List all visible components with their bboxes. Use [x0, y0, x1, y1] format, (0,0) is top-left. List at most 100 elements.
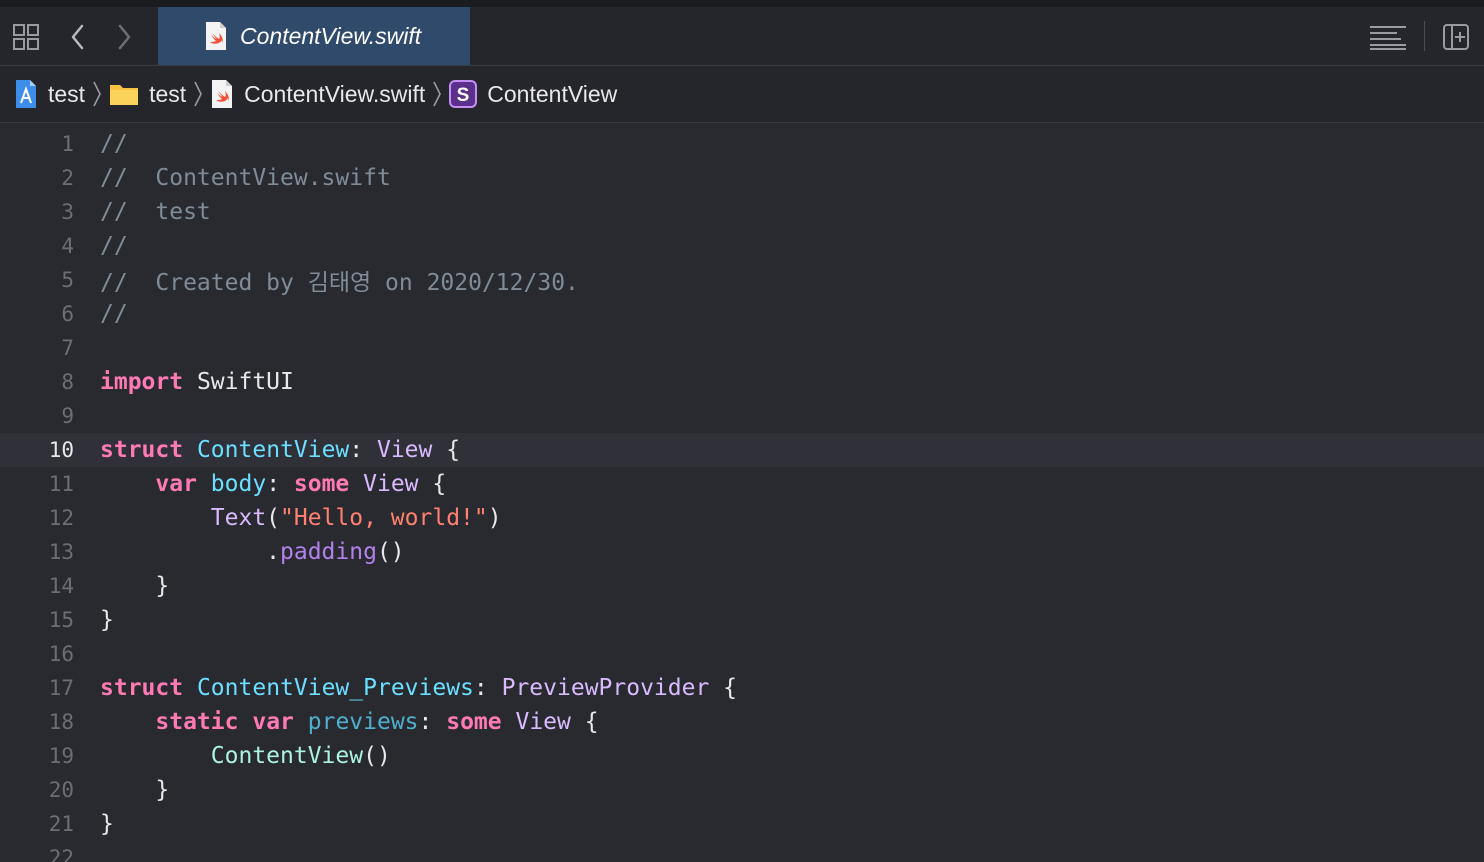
code-token: : — [349, 437, 377, 463]
code-line[interactable]: 2 // ContentView.swift — [0, 161, 1484, 195]
code-line[interactable]: 3 // test — [0, 195, 1484, 229]
code-line[interactable]: 14 } — [0, 569, 1484, 603]
editor-options-lines-icon[interactable] — [1366, 21, 1410, 53]
breadcrumb-project-test[interactable]: test — [14, 74, 85, 114]
line-number: 17 — [48, 676, 74, 700]
line-number: 9 — [61, 404, 74, 428]
code-text: // — [100, 301, 128, 327]
chevron-right-icon — [92, 80, 102, 108]
code-line[interactable]: 6 // — [0, 297, 1484, 331]
code-text: } — [100, 607, 114, 633]
code-token: previews — [307, 709, 419, 735]
forward-chevron-icon[interactable] — [110, 21, 138, 53]
code-token: () — [363, 743, 391, 769]
line-number: 13 — [48, 540, 74, 564]
code-line[interactable]: 20 } — [0, 773, 1484, 807]
code-line[interactable]: 18 static var previews: some View { — [0, 705, 1484, 739]
code-line[interactable]: 15} — [0, 603, 1484, 637]
xcode-project-icon — [14, 79, 38, 109]
chevron-right-icon — [432, 80, 442, 108]
code-line[interactable]: 9 — [0, 399, 1484, 433]
code-token: "Hello, world!" — [280, 505, 488, 531]
code-token: } — [100, 573, 170, 599]
code-text: .padding() — [100, 539, 405, 565]
code-token: . — [100, 539, 281, 565]
struct-symbol-icon: S — [449, 80, 478, 108]
code-text: // ContentView.swift — [100, 165, 391, 191]
code-line[interactable]: 4 // — [0, 229, 1484, 263]
code-line[interactable]: 13 .padding() — [0, 535, 1484, 569]
breadcrumb-symbol-contentview[interactable]: S ContentView — [449, 74, 617, 114]
code-token: () — [376, 539, 405, 565]
code-line[interactable]: 17 struct ContentView_Previews: PreviewPr… — [0, 671, 1484, 705]
code-line[interactable]: 10 struct ContentView: View { — [0, 433, 1484, 467]
code-token: View — [376, 437, 433, 463]
breadcrumb-label: test — [149, 80, 187, 107]
code-line[interactable]: 16 — [0, 637, 1484, 671]
code-text: // — [100, 233, 128, 259]
svg-text:S: S — [457, 85, 470, 106]
code-line[interactable]: 19 ContentView() — [0, 739, 1484, 773]
code-line[interactable]: 11 var body: some View { — [0, 467, 1484, 501]
code-token: } — [100, 607, 114, 633]
code-token: View — [515, 709, 571, 735]
back-chevron-icon[interactable] — [64, 21, 92, 53]
code-token: struct — [100, 437, 184, 463]
folder-icon — [109, 81, 139, 107]
breadcrumb-label: test — [48, 80, 86, 107]
code-line[interactable]: 1 // — [0, 127, 1484, 161]
code-line[interactable]: 22 — [0, 841, 1484, 862]
line-number: 2 — [61, 166, 74, 190]
code-token: { — [709, 675, 738, 701]
tab-contentview-swift[interactable]: ContentView.swift — [158, 7, 470, 65]
editor-tab-bar: ContentView.swift — [0, 7, 1484, 66]
line-number: 20 — [48, 778, 74, 802]
line-number: 21 — [48, 812, 74, 836]
window-top-edge — [0, 0, 1484, 7]
code-line[interactable]: 7 — [0, 331, 1484, 365]
breadcrumb-folder-test[interactable]: test — [109, 74, 186, 114]
code-token: some — [293, 471, 350, 497]
code-token: : — [266, 471, 294, 497]
line-number: 6 — [61, 302, 74, 326]
code-token: // — [100, 131, 128, 157]
code-token: ) — [487, 505, 502, 531]
code-token: { — [432, 437, 461, 463]
breadcrumb-file-contentview-swift[interactable]: ContentView.swift — [210, 74, 425, 114]
split-editor-add-icon[interactable] — [1440, 21, 1472, 53]
code-line[interactable]: 8 import SwiftUI — [0, 365, 1484, 399]
code-token: ContentView — [210, 743, 364, 769]
code-token: static — [155, 709, 239, 735]
code-line[interactable]: 12 Text("Hello, world!") — [0, 501, 1484, 535]
code-token: var — [252, 709, 294, 735]
jump-bar-breadcrumb: test test ContentView.swift S ContentVie… — [0, 66, 1484, 123]
code-text: // Created by 김태영 on 2020/12/30. — [100, 263, 579, 297]
code-text: struct ContentView: View { — [100, 437, 460, 463]
breadcrumb-label: ContentView — [487, 80, 618, 107]
code-text: static var previews: some View { — [100, 709, 598, 735]
code-token: var — [155, 471, 197, 497]
source-editor[interactable]: 1 // 2 // ContentView.swift 3 // test 4 // 5 // C… — [0, 124, 1484, 862]
code-token: ContentView_Previews — [196, 675, 474, 701]
code-token: // — [100, 301, 128, 327]
code-token: Text — [210, 505, 267, 531]
code-token: // test — [100, 199, 211, 225]
code-token: some — [446, 709, 502, 735]
code-token: body — [210, 471, 267, 497]
code-token: : — [418, 709, 447, 735]
code-text: } — [100, 811, 114, 837]
line-number: 3 — [61, 200, 74, 224]
breadcrumb-label: ContentView.swift — [244, 80, 426, 107]
code-token: import — [100, 369, 184, 395]
line-number: 19 — [48, 744, 74, 768]
code-token: ( — [266, 505, 281, 531]
code-line[interactable]: 21} — [0, 807, 1484, 841]
code-line[interactable]: 5 // Created by 김태영 on 2020/12/30. — [0, 263, 1484, 297]
code-token: PreviewProvider — [501, 675, 710, 701]
code-token: struct — [100, 675, 184, 701]
related-items-grid-icon[interactable] — [10, 21, 42, 53]
